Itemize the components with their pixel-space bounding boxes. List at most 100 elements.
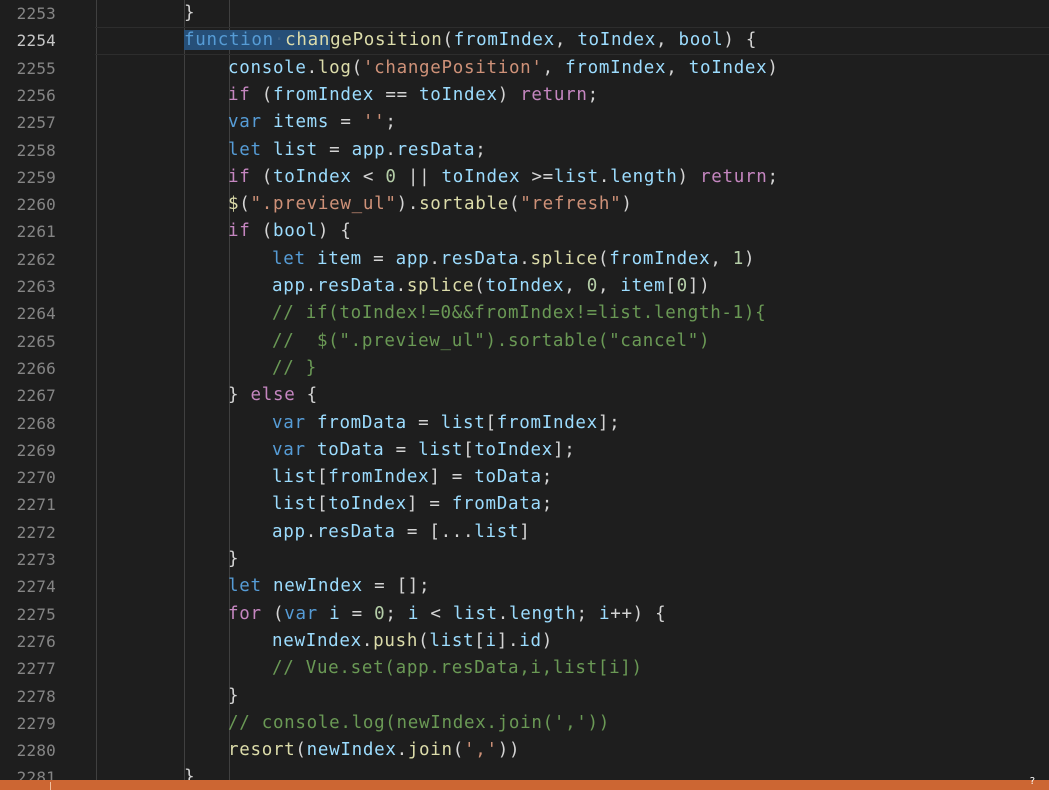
code-token: . <box>395 276 407 296</box>
code-token: resData <box>396 139 476 160</box>
code-text[interactable]: console.log('changePosition', fromIndex,… <box>228 55 779 82</box>
code-token: ; <box>587 84 599 105</box>
code-line[interactable]: 2281} <box>0 764 1049 780</box>
code-text[interactable]: // if(toIndex!=0&&fromIndex!=list.length… <box>272 300 766 327</box>
code-token: // if(toIndex!=0&&fromIndex!=list.length… <box>272 303 767 324</box>
code-line[interactable]: 2273} <box>0 546 1049 573</box>
code-line[interactable]: 2271 list[toIndex] = fromData; <box>0 491 1049 518</box>
code-token: . <box>396 740 408 761</box>
code-token: if <box>228 84 251 105</box>
code-text[interactable]: var fromData = list[fromIndex]; <box>272 410 620 437</box>
code-line[interactable]: 2254 function·changePosition(fromIndex, t… <box>0 27 1049 55</box>
code-line[interactable]: 2262 let item = app.resData.splice(fromIn… <box>0 246 1049 273</box>
code-line[interactable]: 2256 if (fromIndex == toIndex) return; <box>0 82 1049 109</box>
code-token: "refresh" <box>520 194 622 215</box>
code-line[interactable]: 2276 newIndex.push(list[i].id) <box>0 628 1049 655</box>
code-token: toData <box>474 467 542 488</box>
code-token: // } <box>272 357 317 378</box>
code-token: = <box>384 439 419 460</box>
code-token: fromIndex <box>496 412 598 433</box>
line-number: 2254 <box>16 31 56 51</box>
code-token: let <box>272 248 306 269</box>
code-text[interactable]: newIndex.push(list[i].id) <box>272 628 553 655</box>
line-number: 2277 <box>16 659 56 679</box>
code-line[interactable]: 2261 if (bool) { <box>0 218 1049 245</box>
code-line[interactable]: 2255 console.log('changePosition', fromIn… <box>0 55 1049 82</box>
code-token: 0 <box>385 166 397 187</box>
code-token: 0 <box>374 603 386 624</box>
status-bar-right-item[interactable]: ? <box>1030 776 1035 787</box>
code-text[interactable]: $(".preview_ul").sortable("refresh") <box>228 191 633 218</box>
code-text[interactable]: } <box>228 546 239 573</box>
code-token: < <box>419 603 453 624</box>
code-token: app <box>272 521 306 542</box>
code-token: if <box>228 221 251 242</box>
code-text[interactable]: let list = app.resData; <box>228 137 487 164</box>
line-number: 2259 <box>16 167 56 187</box>
code-text[interactable]: app.resData.splice(toIndex, 0, item[0]) <box>272 273 710 300</box>
code-text[interactable]: list[fromIndex] = toData; <box>272 464 553 491</box>
code-text[interactable]: // Vue.set(app.resData,i,list[i]) <box>272 655 643 682</box>
code-text[interactable]: resort(newIndex.join(',')) <box>228 737 520 764</box>
code-text[interactable]: app.resData = [...list] <box>272 519 530 546</box>
code-line[interactable]: 2269 var toData = list[toIndex]; <box>0 437 1049 464</box>
code-token: ] <box>519 521 531 542</box>
code-text[interactable]: let newIndex = []; <box>228 573 430 600</box>
code-token: = <box>317 139 352 160</box>
code-token: // console.log(newIndex.join(',')) <box>228 712 611 733</box>
code-text[interactable]: // } <box>272 355 317 382</box>
code-token: ( <box>250 166 273 187</box>
code-line[interactable]: 2263 app.resData.splice(toIndex, 0, item[… <box>0 273 1049 300</box>
line-number: 2257 <box>16 113 56 133</box>
code-line[interactable]: 2277 // Vue.set(app.resData,i,list[i]) <box>0 655 1049 682</box>
code-token: >= <box>520 166 554 187</box>
code-token: ]. <box>496 630 520 651</box>
code-token: { <box>295 385 318 406</box>
code-line[interactable]: 2275 for (var i = 0; i < list.length; i++… <box>0 601 1049 628</box>
code-text[interactable]: var toData = list[toIndex]; <box>272 437 575 464</box>
code-line[interactable]: 2260 $(".preview_ul").sortable("refresh") <box>0 191 1049 218</box>
code-line[interactable]: 2270 list[fromIndex] = toData; <box>0 464 1049 491</box>
code-text[interactable]: if (bool) { <box>228 218 352 245</box>
code-text[interactable]: } <box>184 0 195 27</box>
code-line[interactable]: 2274 let newIndex = []; <box>0 573 1049 600</box>
code-line[interactable]: 2253} <box>0 0 1049 27</box>
code-text[interactable]: } else { <box>228 382 318 409</box>
code-line[interactable]: 2264 // if(toIndex!=0&&fromIndex!=list.le… <box>0 300 1049 327</box>
code-line[interactable]: 2278} <box>0 683 1049 710</box>
code-token: id <box>519 630 542 651</box>
code-text[interactable]: } <box>228 683 239 710</box>
code-text[interactable]: function·changePosition(fromIndex, toInd… <box>184 27 757 54</box>
code-line[interactable]: 2279 // console.log(newIndex.join(',')) <box>0 710 1049 737</box>
code-text[interactable]: // console.log(newIndex.join(',')) <box>228 710 610 737</box>
code-text[interactable]: } <box>184 764 195 780</box>
code-line[interactable]: 2280 resort(newIndex.join(',')) <box>0 737 1049 764</box>
code-token: ; <box>541 467 553 488</box>
line-number: 2279 <box>16 713 56 733</box>
code-token: . <box>429 248 441 269</box>
code-text[interactable]: let item = app.resData.splice(fromIndex,… <box>272 246 755 273</box>
code-token: items <box>272 112 330 133</box>
code-line[interactable]: 2257 var items = ''; <box>0 109 1049 136</box>
code-text[interactable]: // $(".preview_ul").sortable("cancel") <box>272 328 710 355</box>
code-text[interactable]: for (var i = 0; i < list.length; i++) { <box>228 601 666 628</box>
code-line[interactable]: 2267} else { <box>0 382 1049 409</box>
code-token: toIndex <box>419 84 498 105</box>
code-line[interactable]: 2272 app.resData = [...list] <box>0 519 1049 546</box>
code-line[interactable]: 2268 var fromData = list[fromIndex]; <box>0 410 1049 437</box>
code-editor[interactable]: 2253} 2254 function·changePosition(fromInd… <box>0 0 1049 780</box>
code-text[interactable]: list[toIndex] = fromData; <box>272 491 553 518</box>
code-token: list <box>429 630 475 651</box>
code-text[interactable]: if (fromIndex == toIndex) return; <box>228 82 599 109</box>
code-token: , <box>554 30 578 51</box>
code-line[interactable]: 2259 if (toIndex < 0 || toIndex >=list.le… <box>0 164 1049 191</box>
code-line[interactable]: 2258 let list = app.resData; <box>0 137 1049 164</box>
code-token: . <box>497 603 510 624</box>
code-text[interactable]: var items = ''; <box>228 109 397 136</box>
code-token: list <box>272 139 318 160</box>
code-text[interactable]: if (toIndex < 0 || toIndex >=list.length… <box>228 164 779 191</box>
line-number: 2275 <box>16 604 56 624</box>
code-line[interactable]: 2266 // } <box>0 355 1049 382</box>
code-line[interactable]: 2265 // $(".preview_ul").sortable("cancel… <box>0 328 1049 355</box>
